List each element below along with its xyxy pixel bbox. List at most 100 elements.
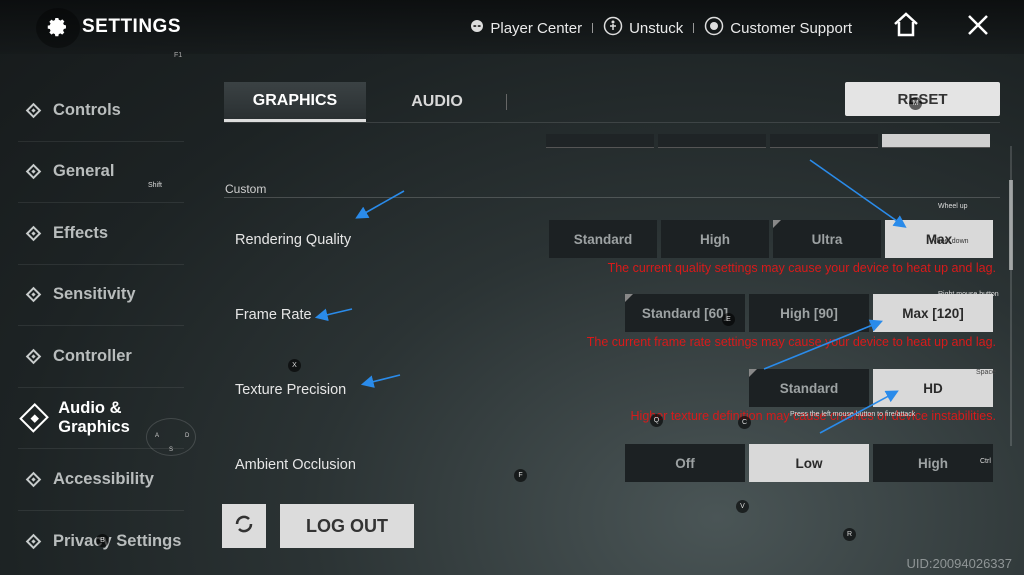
key-d-hint: D <box>185 433 190 439</box>
right-mouse-hint: Right mouse button <box>938 291 999 298</box>
close-button[interactable] <box>958 10 998 44</box>
diamond-icon <box>25 533 42 550</box>
diamond-icon <box>25 471 42 488</box>
sidebar-item-controls[interactable]: Controls <box>18 80 184 142</box>
rendering-quality-row: Rendering Quality Standard High Ultra Ma… <box>224 202 1000 276</box>
option-partial[interactable] <box>882 134 990 148</box>
unstuck-icon <box>603 16 623 40</box>
sidebar-item-label: Controls <box>53 100 121 119</box>
sidebar-item-label: General <box>53 162 115 181</box>
key-a-hint: A <box>155 433 160 439</box>
key-v-hint: V <box>736 500 749 513</box>
unstuck-link[interactable]: Unstuck <box>603 16 683 40</box>
setting-label: Ambient Occlusion <box>235 457 356 473</box>
divider <box>592 23 594 33</box>
diamond-selected-icon <box>19 402 50 433</box>
tab-audio[interactable]: AUDIO <box>366 82 508 122</box>
option-standard[interactable]: Standard <box>749 369 869 407</box>
refresh-icon <box>232 512 256 541</box>
shift-key-hint: Shift <box>148 182 163 189</box>
customer-support-link[interactable]: Customer Support <box>704 16 852 40</box>
diamond-icon <box>25 163 42 180</box>
sidebar-item-label: Sensitivity <box>53 285 136 304</box>
key-x-hint: X <box>288 359 301 372</box>
option-high[interactable]: High <box>873 444 993 482</box>
option-max-120[interactable]: Max [120] <box>873 294 993 332</box>
sidebar-item-general[interactable]: General <box>18 142 184 203</box>
option-standard[interactable]: Standard <box>549 220 657 258</box>
setting-label: Rendering Quality <box>235 232 352 248</box>
diamond-icon <box>25 225 42 242</box>
sidebar-item-label: Effects <box>53 223 109 242</box>
ctrl-key-hint: Ctrl <box>980 458 991 465</box>
key-q-hint: Q <box>650 414 663 427</box>
option-ultra[interactable]: Ultra <box>773 220 881 258</box>
logout-button[interactable]: LOG OUT <box>280 504 414 548</box>
tab-bar: GRAPHICS AUDIO <box>224 82 508 122</box>
option-partial[interactable] <box>546 134 654 148</box>
option-high-90[interactable]: High [90] <box>749 294 869 332</box>
section-divider <box>224 197 1000 198</box>
ambient-occlusion-options: Off Low High <box>625 444 993 482</box>
key-r-hint: R <box>843 528 856 541</box>
option-hd[interactable]: HD <box>873 369 993 407</box>
space-key-hint: Space <box>976 369 996 376</box>
alien-head-icon <box>470 19 484 37</box>
tab-underline <box>224 122 1000 123</box>
setting-label: Frame Rate <box>235 307 312 323</box>
option-partial[interactable] <box>658 134 766 148</box>
movement-joystick-hint: A D S <box>146 418 196 456</box>
key-c-hint: C <box>738 416 751 429</box>
top-links: Player Center Unstuck Customer Support <box>470 16 852 40</box>
key-m-hint: M <box>909 97 922 110</box>
key-f-hint: F <box>514 469 527 482</box>
option-low[interactable]: Low <box>749 444 869 482</box>
scrollbar-thumb[interactable] <box>1009 180 1013 270</box>
key-b-hint: B <box>96 534 109 547</box>
frame-rate-options: Standard [60] High [90] Max [120] <box>625 294 993 332</box>
sidebar-item-sensitivity[interactable]: Sensitivity <box>18 265 184 326</box>
key-s-hint: S <box>169 447 174 453</box>
sidebar-item-label: Controller <box>53 346 132 365</box>
player-center-link[interactable]: Player Center <box>470 19 582 37</box>
option-partial[interactable] <box>770 134 878 148</box>
customer-support-label: Customer Support <box>730 19 852 37</box>
settings-sidebar: Controls General Effects Sensitivity Con… <box>18 80 184 572</box>
previous-row-options-partial <box>546 134 990 148</box>
ambient-occlusion-row: Ambient Occlusion Off Low High <box>224 426 1000 486</box>
frame-rate-row: Frame Rate Standard [60] High [90] Max [… <box>224 276 1000 350</box>
wheel-up-hint: Wheel up <box>938 203 968 210</box>
graphics-settings-panel: Custom Rendering Quality Standard High U… <box>224 124 1000 486</box>
sidebar-item-controller[interactable]: Controller <box>18 326 184 388</box>
player-center-label: Player Center <box>490 19 583 37</box>
home-icon <box>891 11 921 44</box>
close-icon <box>963 10 993 45</box>
headset-icon <box>704 16 724 40</box>
texture-precision-options: Standard HD <box>749 369 993 407</box>
sidebar-item-label: Privacy Settings <box>53 531 182 550</box>
refresh-button[interactable] <box>222 504 266 548</box>
home-button[interactable] <box>886 10 926 44</box>
rendering-quality-options: Standard High Ultra Max <box>549 220 993 258</box>
divider <box>693 23 695 33</box>
key-e-hint: E <box>722 313 735 326</box>
settings-gear-icon <box>36 8 80 48</box>
wheel-down-hint: Wheel down <box>930 238 969 245</box>
unstuck-label: Unstuck <box>629 19 684 37</box>
f1-key-hint: F1 <box>174 52 183 59</box>
diamond-icon <box>25 286 42 303</box>
left-mouse-hint: Press the left mouse button to fire/atta… <box>790 411 916 418</box>
tab-divider <box>506 94 507 110</box>
tab-graphics[interactable]: GRAPHICS <box>224 82 366 122</box>
rendering-warning: The current quality settings may cause y… <box>607 261 996 275</box>
sidebar-item-accessibility[interactable]: Accessibility <box>18 449 184 511</box>
frame-rate-warning: The current frame rate settings may caus… <box>586 335 996 349</box>
sidebar-item-effects[interactable]: Effects <box>18 203 184 265</box>
option-high[interactable]: High <box>661 220 769 258</box>
diamond-icon <box>25 102 42 119</box>
setting-label: Texture Precision <box>235 382 347 398</box>
reset-button[interactable]: RESET <box>845 82 1000 116</box>
diamond-icon <box>25 348 42 365</box>
section-label: Custom <box>225 182 267 196</box>
option-off[interactable]: Off <box>625 444 745 482</box>
